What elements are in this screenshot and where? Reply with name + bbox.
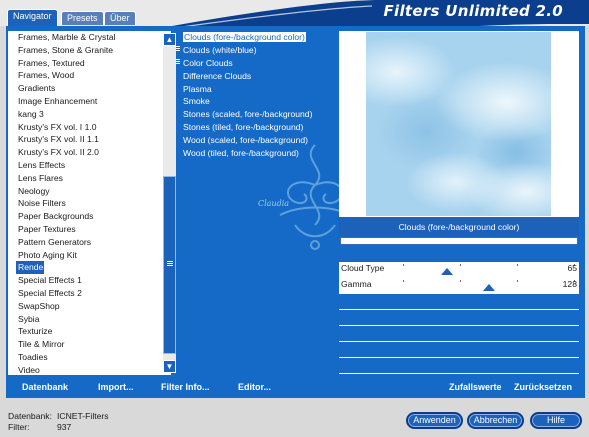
category-item[interactable]: Frames, Stone & Granite xyxy=(8,44,155,57)
filter-item-label: Color Clouds xyxy=(183,57,233,68)
filter-item-label: Difference Clouds xyxy=(183,70,252,81)
app-title: Filters Unlimited 2.0 xyxy=(383,2,563,20)
category-item[interactable]: Sybia xyxy=(8,313,155,326)
filter-info-button[interactable]: Filter Info... xyxy=(161,382,210,392)
control-value: 65 xyxy=(567,263,577,273)
cloud-type-slider[interactable] xyxy=(403,264,575,276)
preview-panel xyxy=(339,31,579,217)
control-row-empty xyxy=(339,326,579,342)
filter-count-label: Filter: xyxy=(8,422,30,432)
category-item[interactable]: Paper Textures xyxy=(8,223,155,236)
slider-handle[interactable] xyxy=(440,268,453,275)
reset-button[interactable]: Zurücksetzen xyxy=(514,382,572,392)
scroll-down-button[interactable]: ▼ xyxy=(163,360,176,373)
control-label: Gamma xyxy=(341,279,372,289)
filter-item[interactable]: Stones (tiled, fore-/background) xyxy=(176,121,334,134)
category-item[interactable]: Krusty's FX vol. II 1.1 xyxy=(8,133,155,146)
slider-handle[interactable] xyxy=(483,284,496,291)
filter-item-label: Clouds (white/blue) xyxy=(183,44,257,55)
category-item[interactable]: Toadies xyxy=(8,351,155,364)
category-item[interactable]: Gradients xyxy=(8,82,155,95)
preview-image xyxy=(366,32,551,216)
filter-item-label: Stones (scaled, fore-/background) xyxy=(183,109,313,120)
category-item[interactable]: Paper Backgrounds xyxy=(8,210,155,223)
category-item[interactable]: Render xyxy=(16,261,46,275)
scroll-up-button[interactable]: ▲ xyxy=(163,33,176,46)
tab-presets[interactable]: Presets xyxy=(61,11,104,25)
filter-item[interactable]: Clouds (white/blue) xyxy=(176,44,334,57)
category-panel: Frames, Marble & Crystal Frames, Stone & … xyxy=(8,31,176,375)
category-item[interactable]: kang 3 xyxy=(8,108,155,121)
tab-navigator[interactable]: Navigator xyxy=(7,9,58,26)
filter-description-field xyxy=(340,237,578,245)
category-item[interactable]: Pattern Generators xyxy=(8,236,155,249)
watermark-text: Claudia xyxy=(258,199,290,208)
randomize-button[interactable]: Zufallswerte xyxy=(449,382,502,392)
datenbank-button[interactable]: Datenbank xyxy=(22,382,68,392)
category-item[interactable]: Frames, Wood xyxy=(8,69,155,82)
bottom-button-bar: Datenbank Import... Filter Info... Edito… xyxy=(6,376,585,398)
category-item[interactable]: Krusty's FX vol. II 2.0 xyxy=(8,146,155,159)
control-row-gamma[interactable]: Gamma 128 xyxy=(339,278,579,294)
category-scrollbar[interactable]: ▲ ▼ xyxy=(163,33,176,373)
filter-count-value: 937 xyxy=(57,422,72,432)
category-item[interactable]: SwapShop xyxy=(8,300,155,313)
category-item[interactable]: Frames, Marble & Crystal xyxy=(8,31,155,44)
category-item[interactable]: Neology xyxy=(8,185,155,198)
control-row-empty xyxy=(339,342,579,358)
filter-item-label: Plasma xyxy=(183,83,212,94)
scroll-thumb[interactable] xyxy=(163,176,176,354)
gamma-slider[interactable] xyxy=(403,280,575,292)
category-item[interactable]: Image Enhancement xyxy=(8,95,155,108)
control-row-empty xyxy=(339,294,579,310)
filter-item[interactable]: Stones (scaled, fore-/background) xyxy=(176,108,334,121)
filter-item[interactable]: Difference Clouds xyxy=(176,70,334,83)
control-row-cloud-type[interactable]: Cloud Type 65 xyxy=(339,262,579,278)
category-item[interactable]: Special Effects 1 xyxy=(8,274,155,287)
filter-item[interactable]: Plasma xyxy=(176,83,334,96)
database-label: Datenbank: xyxy=(8,411,52,421)
preset-marker-icon xyxy=(176,58,180,67)
filter-item[interactable]: Smoke xyxy=(176,95,334,108)
filter-item-label: Clouds (fore-/background color) xyxy=(183,32,306,42)
control-label: Cloud Type xyxy=(341,263,385,273)
category-item[interactable]: Frames, Textured xyxy=(8,57,155,70)
category-item[interactable]: Texturize xyxy=(8,325,155,338)
category-list[interactable]: Frames, Marble & Crystal Frames, Stone & … xyxy=(8,31,155,375)
category-item[interactable]: Photo Aging Kit xyxy=(8,249,155,262)
cancel-button[interactable]: Abbrechen xyxy=(467,412,524,429)
filters-unlimited-window: Filters Unlimited 2.0 Navigator Presets … xyxy=(0,0,589,437)
control-row-empty xyxy=(339,358,579,374)
control-row-empty xyxy=(339,310,579,326)
filter-title-bar: Clouds (fore-/background color) xyxy=(339,218,579,236)
preset-marker-icon xyxy=(176,45,180,54)
category-item[interactable]: Lens Flares xyxy=(8,172,155,185)
footer: Datenbank: ICNET-Filters Filter: 937 Anw… xyxy=(0,398,589,437)
category-item[interactable]: Krusty's FX vol. I 1.0 xyxy=(8,121,155,134)
category-item[interactable]: Special Effects 2 xyxy=(8,287,155,300)
database-value: ICNET-Filters xyxy=(57,411,109,421)
category-item[interactable]: Lens Effects xyxy=(8,159,155,172)
tab-uber[interactable]: Über xyxy=(104,11,136,25)
editor-button[interactable]: Editor... xyxy=(238,382,271,392)
control-value: 128 xyxy=(562,279,577,289)
filter-item[interactable]: Clouds (fore-/background color) xyxy=(176,31,334,44)
filter-item-label: Stones (tiled, fore-/background) xyxy=(183,122,304,133)
filter-item[interactable]: Color Clouds xyxy=(176,57,334,70)
filter-item-label: Smoke xyxy=(183,96,210,107)
category-item[interactable]: Video xyxy=(8,364,155,375)
import-button[interactable]: Import... xyxy=(98,382,134,392)
category-item[interactable]: Noise Filters xyxy=(8,197,155,210)
apply-button[interactable]: Anwenden xyxy=(406,412,463,429)
category-item[interactable]: Tile & Mirror xyxy=(8,338,155,351)
help-button[interactable]: Hilfe xyxy=(530,412,582,429)
